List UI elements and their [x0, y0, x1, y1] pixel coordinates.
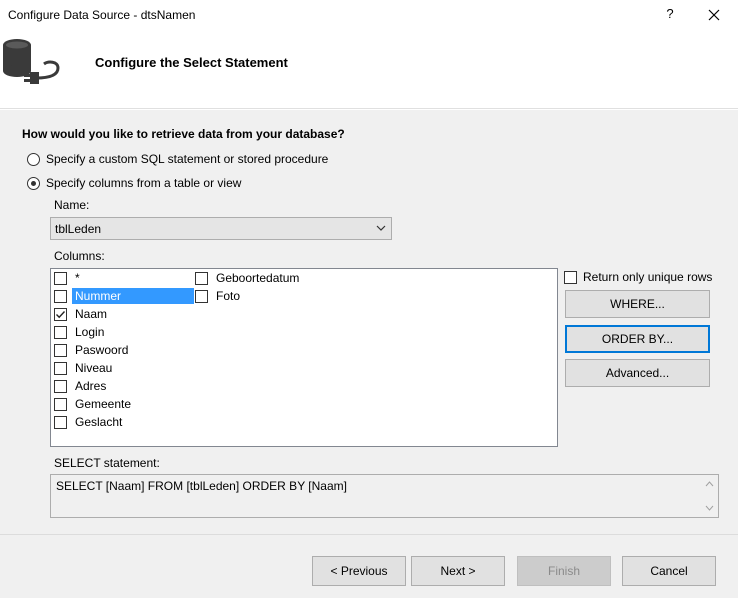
column-name: Geslacht [75, 415, 123, 429]
column-checkbox[interactable] [195, 289, 208, 303]
help-button[interactable]: ? [660, 6, 680, 21]
wizard-header: Configure the Select Statement [0, 30, 738, 109]
column-item[interactable]: Naam [54, 305, 110, 323]
column-checkbox[interactable] [54, 379, 67, 393]
column-item[interactable]: Foto [195, 287, 243, 305]
columns-label: Columns: [54, 249, 105, 263]
column-checkbox[interactable] [54, 325, 67, 339]
scroll-down-icon [705, 505, 714, 511]
column-checkbox[interactable] [54, 397, 67, 411]
where-button[interactable]: WHERE... [565, 290, 710, 318]
column-name: Geboortedatum [216, 271, 300, 285]
advanced-button[interactable]: Advanced... [565, 359, 710, 387]
columns-list[interactable]: * Nummer Naam Login Paswoord Niveau Adre… [50, 268, 558, 447]
columns-from-table-option[interactable]: Specify columns from a table or view [27, 176, 241, 190]
column-name: Nummer [72, 288, 194, 304]
column-name: Paswoord [75, 343, 129, 357]
column-item[interactable]: Geslacht [54, 413, 125, 431]
column-name: Adres [75, 379, 107, 393]
column-name: Foto [216, 289, 241, 303]
column-item[interactable]: Paswoord [54, 341, 131, 359]
finish-button[interactable]: Finish [517, 556, 611, 586]
cancel-button[interactable]: Cancel [622, 556, 716, 586]
unique-rows-checkbox[interactable] [564, 270, 577, 284]
columns-from-table-label: Specify columns from a table or view [46, 176, 242, 190]
name-label: Name: [54, 198, 90, 212]
custom-sql-option[interactable]: Specify a custom SQL statement or stored… [27, 152, 328, 166]
select-statement-label: SELECT statement: [54, 456, 160, 470]
column-checkbox[interactable] [54, 361, 67, 375]
retrieve-question: How would you like to retrieve data from… [22, 127, 345, 141]
column-item[interactable]: Nummer [54, 287, 194, 305]
column-item[interactable]: Login [54, 323, 107, 341]
select-statement-box[interactable]: SELECT [Naam] FROM [tblLeden] ORDER BY [… [50, 474, 719, 518]
custom-sql-radio[interactable] [27, 152, 40, 166]
column-checkbox[interactable] [54, 271, 67, 285]
select-statement-scrollbar[interactable] [701, 475, 718, 517]
table-name-select[interactable]: tblLeden [50, 217, 392, 240]
dialog-body: How would you like to retrieve data from… [0, 110, 738, 598]
column-item[interactable]: Adres [54, 377, 109, 395]
page-heading: Configure the Select Statement [95, 55, 288, 70]
checkmark-icon [56, 310, 66, 318]
unique-rows-option[interactable]: Return only unique rows [564, 270, 712, 284]
column-item[interactable]: * [54, 269, 83, 287]
footer-divider [0, 534, 738, 535]
column-item[interactable]: Niveau [54, 359, 115, 377]
scroll-up-icon [705, 481, 714, 487]
column-name: Naam [75, 307, 108, 321]
previous-button[interactable]: < Previous [312, 556, 406, 586]
window-title: Configure Data Source - dtsNamen [8, 8, 196, 22]
next-button[interactable]: Next > [411, 556, 505, 586]
close-icon [708, 9, 720, 21]
select-statement-text: SELECT [Naam] FROM [tblLeden] ORDER BY [… [56, 479, 347, 493]
column-name: Login [75, 325, 105, 339]
column-checkbox[interactable] [195, 271, 208, 285]
custom-sql-label: Specify a custom SQL statement or stored… [46, 152, 329, 166]
unique-rows-label: Return only unique rows [583, 270, 713, 284]
columns-from-table-radio[interactable] [27, 176, 40, 190]
column-checkbox[interactable] [54, 415, 67, 429]
column-checkbox[interactable] [54, 343, 67, 357]
column-name: Gemeente [75, 397, 132, 411]
close-button[interactable] [700, 4, 728, 26]
chevron-down-icon [376, 225, 386, 231]
table-name-value: tblLeden [55, 222, 102, 236]
database-connect-icon [0, 34, 66, 92]
column-checkbox[interactable] [54, 307, 67, 321]
column-name: * [75, 271, 80, 285]
column-item[interactable]: Geboortedatum [195, 269, 302, 287]
column-name: Niveau [75, 361, 113, 375]
order-by-button[interactable]: ORDER BY... [565, 325, 710, 353]
column-checkbox[interactable] [54, 289, 67, 303]
title-bar: Configure Data Source - dtsNamen ? [0, 0, 738, 30]
column-item[interactable]: Gemeente [54, 395, 134, 413]
